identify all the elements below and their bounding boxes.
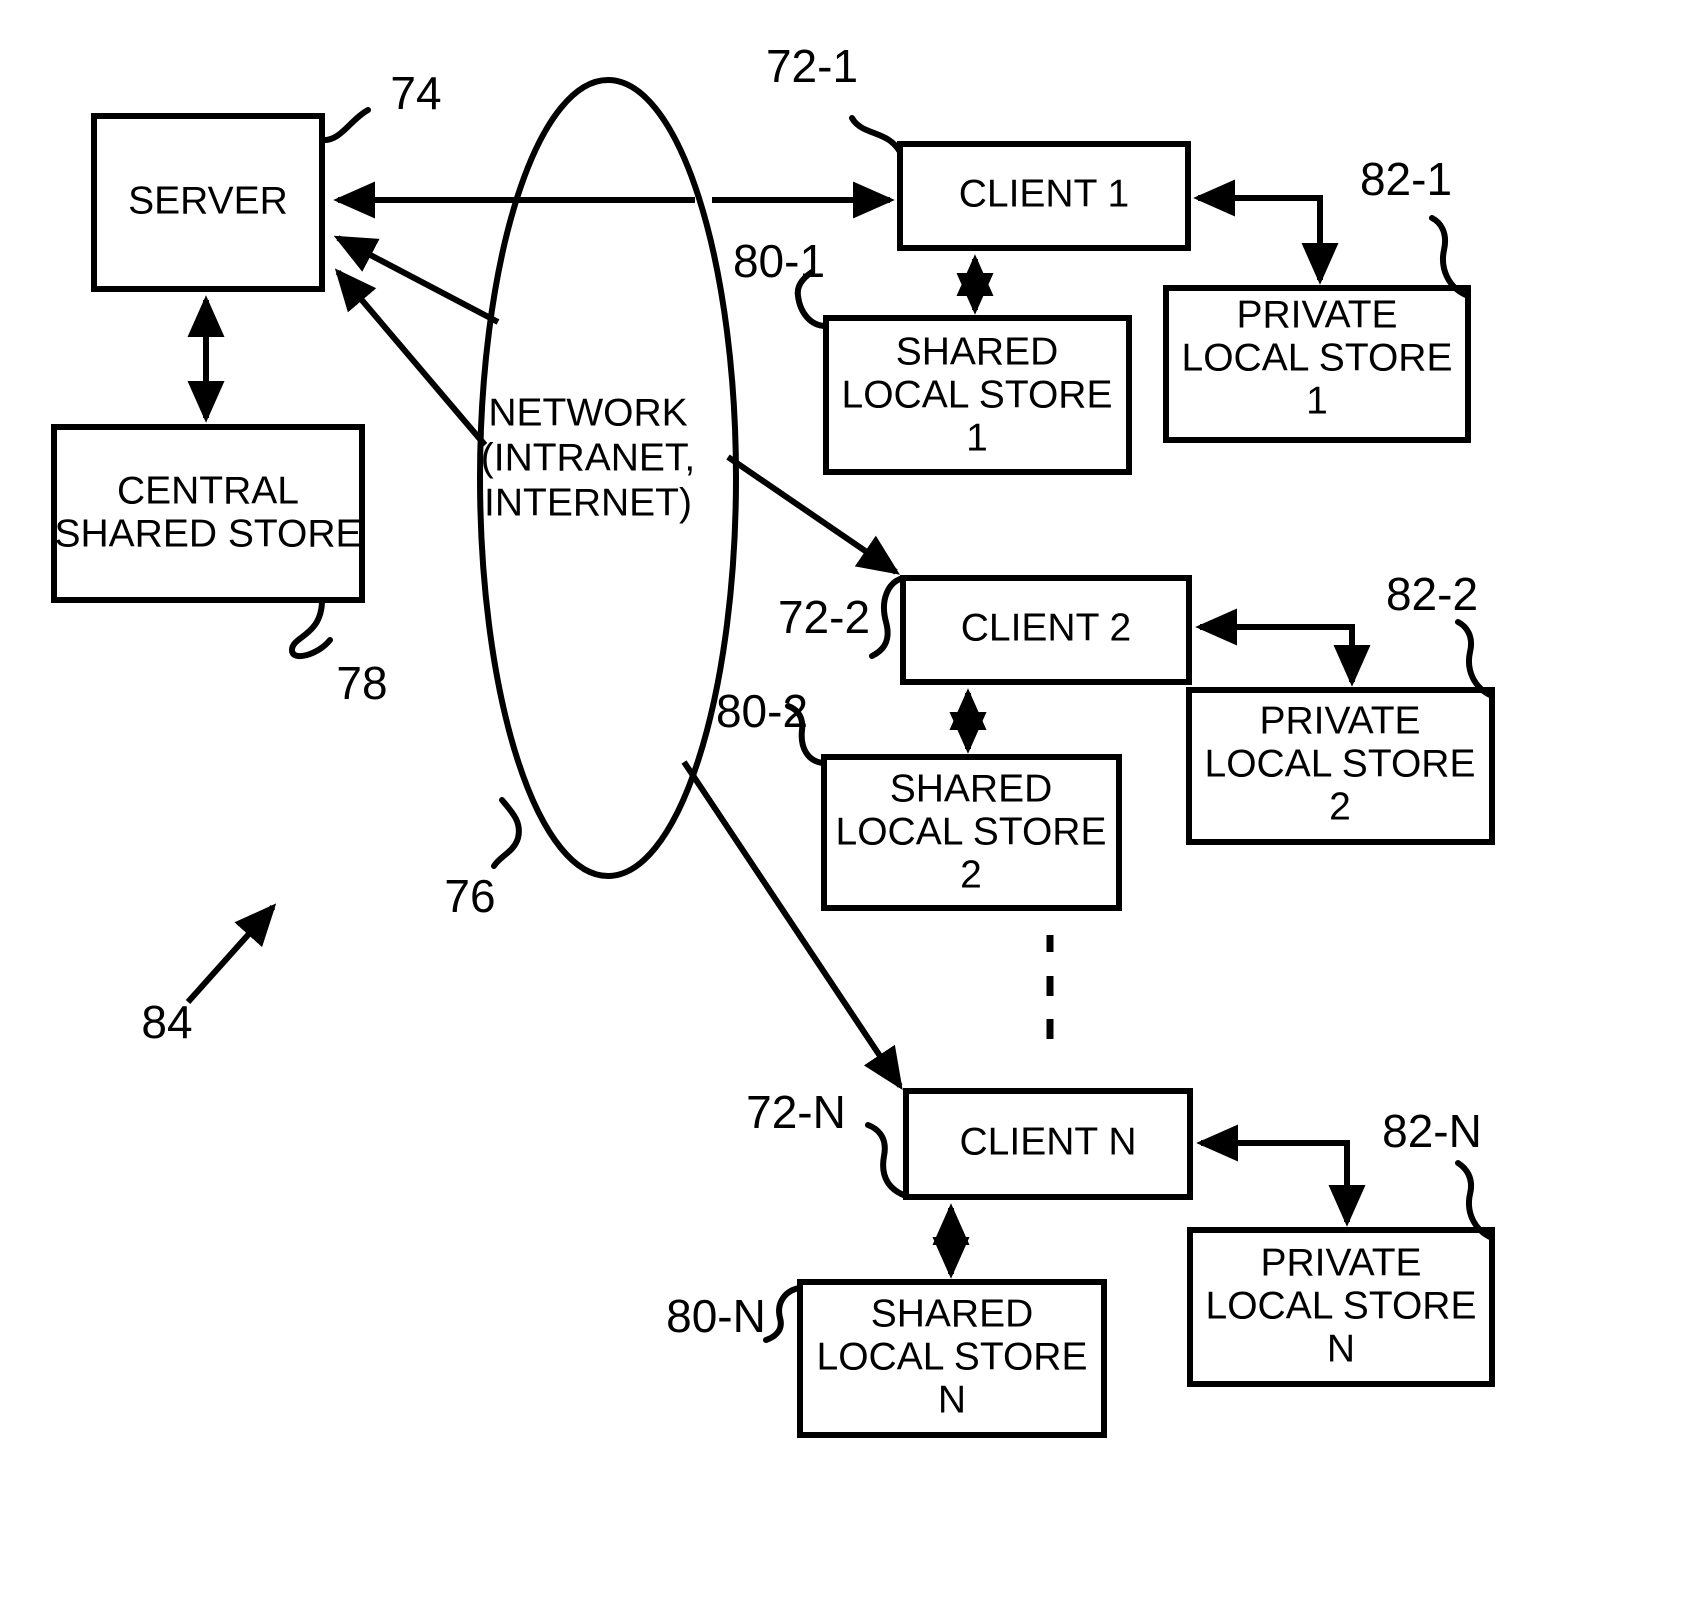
shared-local-store-1-label-line-3: 1 xyxy=(966,416,988,459)
private-local-store-n-label-line-2: LOCAL STORE xyxy=(1206,1284,1477,1327)
ref-numeral-shared-local-store-2: 80-2 xyxy=(716,685,808,737)
ref-numeral-private-local-store-1: 82-1 xyxy=(1360,153,1452,205)
ref-numeral-private-local-store-n: 82-N xyxy=(1382,1105,1482,1157)
private-local-store-n-label-line-3: N xyxy=(1327,1327,1355,1370)
connector-network-to-server-3 xyxy=(334,268,488,447)
ref-numeral-client-2: 72-2 xyxy=(778,591,870,643)
ref-numeral-private-local-store-2: 82-2 xyxy=(1386,568,1478,620)
leader-line-server xyxy=(319,107,371,144)
network-label-line-2: (INTRANET, xyxy=(481,436,696,479)
private-local-store-2-label-line-2: LOCAL STORE xyxy=(1205,742,1476,785)
shared-local-store-1-label-line-1: SHARED xyxy=(896,330,1059,373)
overall-figure-pointer-arrow xyxy=(185,903,277,1005)
leader-line-network xyxy=(491,797,522,869)
leader-line-private-local-store-2 xyxy=(1455,619,1495,699)
shared-local-store-2-label-line-1: SHARED xyxy=(890,767,1053,810)
shared-local-store-1-label-line-2: LOCAL STORE xyxy=(842,373,1113,416)
figure-canvas: SERVER CENTRAL SHARED STORE NETWORK (INT… xyxy=(0,0,1698,1617)
network-label-line-3: INTERNET) xyxy=(484,481,692,524)
private-local-store-2-label-line-3: 2 xyxy=(1329,785,1351,828)
ref-numeral-shared-local-store-n: 80-N xyxy=(666,1290,766,1342)
private-local-store-1-label-line-1: PRIVATE xyxy=(1236,293,1397,336)
leader-line-client-2 xyxy=(869,575,906,659)
leader-line-shared-local-store-n xyxy=(763,1285,803,1343)
shared-local-store-n-label-line-1: SHARED xyxy=(871,1292,1034,1335)
leader-line-central-shared-store xyxy=(288,597,333,660)
client-1-label: CLIENT 1 xyxy=(959,172,1130,215)
ref-numeral-network: 76 xyxy=(444,870,495,922)
leader-line-private-local-store-1 xyxy=(1429,215,1471,299)
central-shared-store-label-line-1: CENTRAL xyxy=(117,469,299,512)
ref-numeral-central-shared-store: 78 xyxy=(336,657,387,709)
diagram-svg: SERVER CENTRAL SHARED STORE NETWORK (INT… xyxy=(51,40,1495,1438)
server-label: SERVER xyxy=(128,179,288,222)
central-shared-store-label-line-2: SHARED STORE xyxy=(54,512,361,555)
client-2-label: CLIENT 2 xyxy=(961,606,1132,649)
ref-numeral-overall-figure: 84 xyxy=(141,996,192,1048)
connector-private-local-store-n-client-n xyxy=(1196,1124,1366,1227)
leader-line-private-local-store-n xyxy=(1455,1160,1495,1241)
ref-numeral-client-1: 72-1 xyxy=(766,40,858,92)
shared-local-store-n-label-line-2: LOCAL STORE xyxy=(817,1335,1088,1378)
private-local-store-n-label-line-1: PRIVATE xyxy=(1260,1241,1421,1284)
private-local-store-2-label-line-1: PRIVATE xyxy=(1259,699,1420,742)
ref-numeral-shared-local-store-1: 80-1 xyxy=(733,235,825,287)
private-local-store-1-label-line-2: LOCAL STORE xyxy=(1182,336,1453,379)
connector-private-local-store-1-client-1 xyxy=(1193,179,1339,285)
shared-local-store-2-label-line-2: LOCAL STORE xyxy=(836,810,1107,853)
shared-local-store-2-label-line-3: 2 xyxy=(960,853,982,896)
connector-network-to-server-2 xyxy=(333,235,500,325)
ref-numeral-client-n: 72-N xyxy=(746,1086,846,1138)
client-n-label: CLIENT N xyxy=(960,1120,1137,1163)
leader-line-client-1 xyxy=(849,115,903,155)
ref-numeral-server: 74 xyxy=(390,67,441,119)
network-label-line-1: NETWORK xyxy=(488,391,687,434)
leader-line-client-n xyxy=(865,1122,909,1199)
connector-private-local-store-2-client-2 xyxy=(1195,608,1371,687)
private-local-store-1-label-line-3: 1 xyxy=(1306,379,1328,422)
shared-local-store-n-label-line-3: N xyxy=(938,1378,966,1421)
